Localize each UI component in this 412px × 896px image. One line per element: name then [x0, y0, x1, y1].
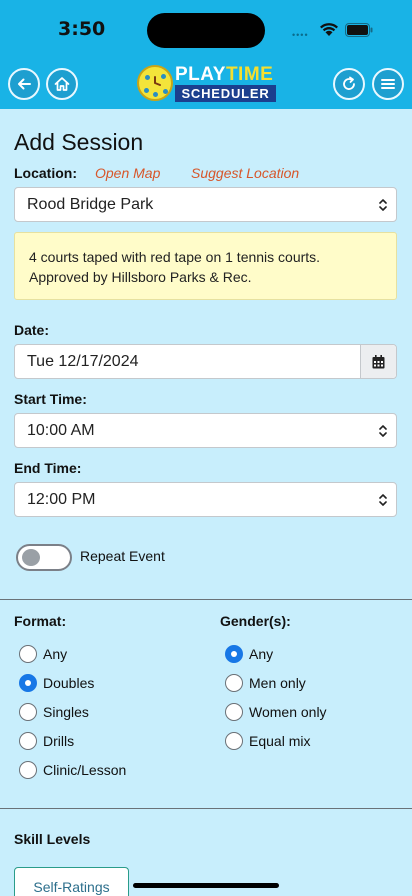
radio-label: Singles — [43, 704, 89, 720]
radio-button[interactable] — [19, 645, 37, 663]
start-time-label: Start Time: — [14, 391, 87, 407]
home-icon — [54, 77, 70, 91]
gender-option-equal-mix[interactable]: Equal mix — [225, 732, 310, 750]
refresh-icon — [343, 76, 355, 90]
radio-button[interactable] — [225, 674, 243, 692]
format-option-doubles[interactable]: Doubles — [19, 674, 94, 692]
radio-label: Any — [43, 646, 68, 662]
logo-title: PLAYTIME — [175, 64, 274, 85]
chevron-up-down-icon — [379, 199, 387, 211]
radio-button[interactable] — [19, 761, 37, 779]
status-time: 3:50 — [58, 18, 106, 40]
end-time-select[interactable]: 12:00 PM — [14, 482, 397, 517]
location-select[interactable]: Rood Bridge Park — [14, 187, 397, 222]
radio-label: Drills — [43, 733, 75, 749]
notice-line-1: 4 courts taped with red tape on 1 tennis… — [29, 249, 321, 265]
start-time-value: 10:00 AM — [27, 422, 95, 439]
calendar-button[interactable] — [360, 345, 396, 378]
back-button[interactable] — [8, 68, 40, 100]
format-option-drills[interactable]: Drills — [19, 732, 74, 750]
home-button[interactable] — [46, 68, 78, 100]
gender-option-men-only[interactable]: Men only — [225, 674, 306, 692]
location-label: Location: — [14, 165, 77, 181]
radio-button-selected[interactable] — [19, 674, 37, 692]
pickleball-clock-icon — [137, 65, 173, 101]
notice-line-2: Approved by Hillsboro Parks & Rec. — [29, 269, 252, 285]
app-header: PLAYTIME SCHEDULER — [0, 56, 412, 109]
tab-self-ratings[interactable]: Self-Ratings — [14, 867, 129, 896]
open-map-link[interactable]: Open Map — [95, 165, 160, 181]
format-label: Format: — [14, 613, 67, 629]
chevron-up-down-icon — [379, 494, 387, 506]
location-value: Rood Bridge Park — [27, 196, 154, 213]
start-time-select[interactable]: 10:00 AM — [14, 413, 397, 448]
date-value: Tue 12/17/2024 — [27, 353, 139, 370]
radio-button[interactable] — [225, 732, 243, 750]
signal-icon: •••• — [292, 30, 309, 40]
date-label: Date: — [14, 322, 50, 338]
calendar-icon — [372, 354, 385, 368]
radio-button-selected[interactable] — [225, 645, 243, 663]
skill-levels-label: Skill Levels — [14, 831, 91, 847]
radio-label: Women only — [249, 704, 327, 720]
gender-label: Gender(s): — [220, 613, 291, 629]
refresh-button[interactable] — [333, 68, 365, 100]
gender-option-any[interactable]: Any — [225, 645, 273, 663]
format-option-clinic-lesson[interactable]: Clinic/Lesson — [19, 761, 126, 779]
repeat-event-label: Repeat Event — [80, 548, 165, 564]
date-input[interactable]: Tue 12/17/2024 — [14, 344, 397, 379]
location-notice: 4 courts taped with red tape on 1 tennis… — [14, 232, 397, 300]
wifi-icon — [320, 23, 338, 36]
menu-button[interactable] — [372, 68, 404, 100]
radio-label: Clinic/Lesson — [43, 762, 127, 778]
chevron-up-down-icon — [379, 425, 387, 437]
radio-button[interactable] — [225, 703, 243, 721]
battery-icon — [345, 23, 373, 37]
radio-label: Equal mix — [249, 733, 311, 749]
radio-button[interactable] — [19, 703, 37, 721]
dynamic-island — [147, 13, 265, 48]
format-option-any[interactable]: Any — [19, 645, 67, 663]
page-title: Add Session — [14, 129, 144, 155]
back-arrow-icon — [18, 78, 31, 90]
divider — [0, 808, 412, 809]
status-bar: 3:50 •••• — [0, 0, 412, 56]
repeat-event-toggle[interactable] — [16, 544, 72, 571]
hamburger-menu-icon — [381, 79, 395, 89]
logo-subtitle: SCHEDULER — [175, 85, 276, 102]
end-time-value: 12:00 PM — [27, 491, 96, 508]
gender-option-women-only[interactable]: Women only — [225, 703, 327, 721]
end-time-label: End Time: — [14, 460, 82, 476]
suggest-location-link[interactable]: Suggest Location — [191, 165, 299, 181]
home-indicator — [133, 883, 279, 888]
radio-label: Men only — [249, 675, 306, 691]
divider — [0, 599, 412, 600]
radio-button[interactable] — [19, 732, 37, 750]
app-logo: PLAYTIME SCHEDULER — [137, 64, 277, 103]
toggle-knob — [22, 549, 40, 566]
radio-label: Doubles — [43, 675, 95, 691]
format-option-singles[interactable]: Singles — [19, 703, 89, 721]
radio-label: Any — [249, 646, 274, 662]
